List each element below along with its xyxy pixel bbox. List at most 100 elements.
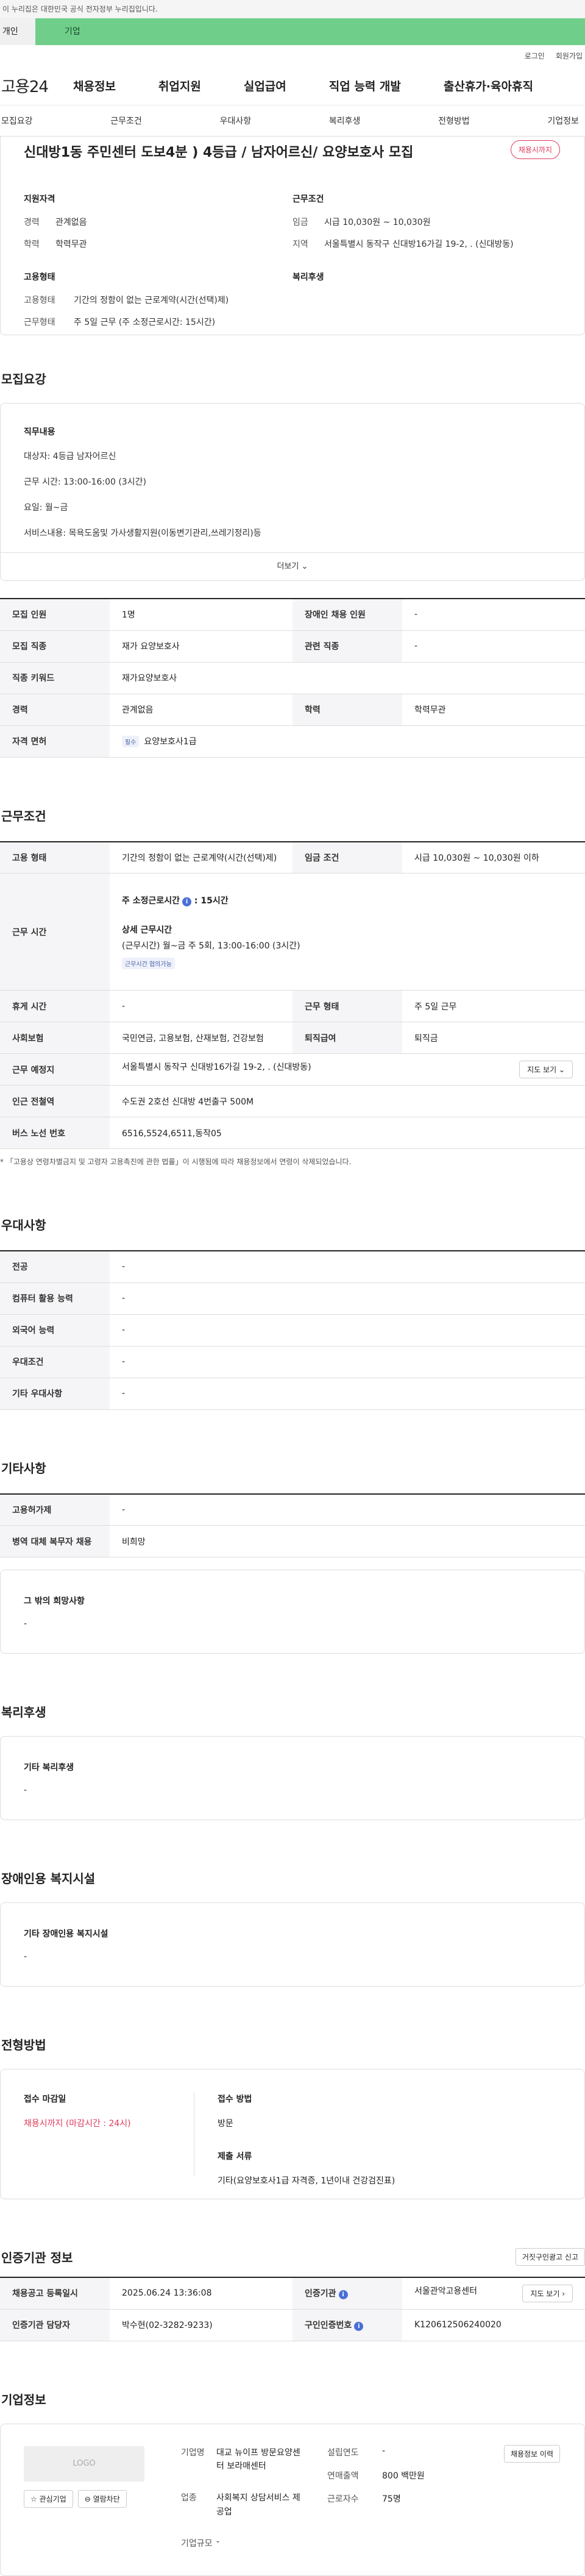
table-key: 경력 <box>0 694 110 726</box>
section-title-welfare: 복리후생 <box>1 1705 46 1720</box>
wish-card: 그 밖의 희망사항 - <box>0 1570 585 1654</box>
site-logo[interactable]: 고용24 <box>0 74 73 97</box>
global-nav: 고용24 채용정보 취업지원 실업급여 직업 능력 개발 출산휴가·육아휴직 <box>0 66 585 105</box>
table-value: 비희망 <box>110 1525 585 1557</box>
anchor-selection[interactable]: 전형방법 <box>438 115 470 127</box>
table-value: 시급 10,030원 ~ 10,030원 이하 <box>402 841 585 873</box>
table-key: 근무 예정지 <box>0 1053 110 1086</box>
region-label: 지역 <box>292 240 308 249</box>
report-fake-ad-button[interactable]: 거짓구인광고 신고 <box>515 2248 585 2266</box>
table-value: 관계없음 <box>110 694 292 726</box>
table-row: 병역 대체 복무자 채용 비희망 <box>0 1525 585 1557</box>
info-icon[interactable]: i <box>182 897 192 906</box>
anchor-conditions[interactable]: 근무조건 <box>110 115 142 127</box>
more-button[interactable]: 더보기 ⌄ <box>1 552 584 580</box>
anchor-preference[interactable]: 우대사항 <box>220 115 252 127</box>
section-title-disabled: 장애인용 복지시설 <box>1 1871 96 1886</box>
table-key: 근무 형태 <box>292 990 402 1022</box>
gnb-parental-leave[interactable]: 출산휴가·육아휴직 <box>444 77 533 94</box>
org-label: 인증기관 <box>305 2289 336 2299</box>
table-key: 관련 직종 <box>292 630 402 663</box>
table-key: 우대조건 <box>0 1346 110 1378</box>
welfare-value: - <box>24 1785 27 1795</box>
table-row: 근무 시간 주 소정근로시간 i : 15시간 상세 근무시간 (근무시간) 월~… <box>0 873 585 991</box>
deadline-heading: 접수 마감일 <box>24 2094 66 2104</box>
deadline-value: 채용시까지 (마감시간 : 24시) <box>24 2119 131 2129</box>
anchor-welfare[interactable]: 복리후생 <box>329 115 361 127</box>
job-history-button[interactable]: 채용정보 이력 <box>503 2444 560 2463</box>
gnb-employment-support[interactable]: 취업지원 <box>158 77 201 94</box>
table-value: - <box>110 1346 585 1378</box>
conditions-table: 고용 형태 기간의 정함이 없는 근로계약(시간(선택)제) 임금 조건 시급 10,… <box>0 841 585 1149</box>
table-key: 고용허가제 <box>0 1493 110 1526</box>
table-value: - <box>110 1378 585 1410</box>
career-label: 경력 <box>24 218 40 227</box>
table-value: 서울특별시 동작구 신대방16가길 19-2, . (신대방동) 지도 보기 ⌄ <box>110 1053 585 1086</box>
table-value: 1명 <box>110 599 292 631</box>
block-company-button[interactable]: ⊖ 열람차단 <box>77 2489 127 2508</box>
disabled-value: - <box>24 1952 27 1962</box>
table-row: 직종 키워드 재가요양보호사 <box>0 662 585 694</box>
recruit-table: 모집 인원 1명 장애인 채용 인원 - 모집 직종 재가 요양보호사 관련 직종 - 직종… <box>0 598 585 758</box>
place-value: 서울특별시 동작구 신대방16가길 19-2, . (신대방동) <box>122 1062 311 1072</box>
table-row: 컴퓨터 활용 능력 - <box>0 1283 585 1315</box>
selection-card: 접수 마감일 채용시까지 (마감시간 : 24시) 접수 방법 방문 제출 서류… <box>0 2069 585 2199</box>
table-value: 2025.06.24 13:36:08 <box>110 2277 292 2310</box>
welfare-heading: 기타 복리후생 <box>24 1763 74 1773</box>
anchor-company[interactable]: 기업정보 <box>547 115 579 127</box>
duty-card: 직무내용 대상자: 4등급 남자어르신 근무 시간: 13:00-16:00 (… <box>0 403 585 581</box>
anchor-recruit[interactable]: 모집요강 <box>1 115 33 127</box>
docs-value: 기타(요양보호사1급 자격증, 1년이내 건강검진표) <box>218 2176 395 2186</box>
size-value: - <box>216 2537 220 2547</box>
table-key: 인증기관 i <box>292 2277 402 2310</box>
table-value: 재가요양보호사 <box>110 662 585 694</box>
table-key: 인증기관 담당자 <box>0 2309 110 2341</box>
table-key: 휴게 시간 <box>0 990 110 1022</box>
table-row: 사회보험 국민연금, 고용보험, 산재보험, 건강보험 퇴직급여 퇴직금 <box>0 1022 585 1054</box>
table-key: 구인인증번호 i <box>292 2309 402 2341</box>
gnb-job-info[interactable]: 채용정보 <box>73 77 116 94</box>
gnb-vocational-training[interactable]: 직업 능력 개발 <box>329 77 401 94</box>
table-row: 인근 전철역 수도권 2호선 신대방 4번출구 500M <box>0 1085 585 1117</box>
map-toggle-button[interactable]: 지도 보기 ⌄ <box>519 1061 573 1078</box>
disabled-heading: 기타 장애인용 복지시설 <box>24 1929 108 1939</box>
disabled-card: 기타 장애인용 복지시설 - <box>0 1902 585 1987</box>
table-row: 휴게 시간 - 근무 형태 주 5일 근무 <box>0 990 585 1022</box>
work-type-value: 주 5일 근무 (주 소정근로시간: 15시간) <box>74 318 216 327</box>
edu-label: 학력 <box>24 240 40 249</box>
table-key: 전공 <box>0 1251 110 1283</box>
table-key: 기타 우대사항 <box>0 1378 110 1410</box>
table-value: 수도권 2호선 신대방 4번출구 500M <box>110 1085 585 1117</box>
table-key: 퇴직급여 <box>292 1022 402 1054</box>
table-key: 학력 <box>292 694 402 726</box>
gnb-unemployment-benefit[interactable]: 실업급여 <box>244 77 286 94</box>
founded-label: 설립연도 <box>327 2447 359 2458</box>
deadline-badge: 채용시까지 <box>510 140 560 159</box>
info-icon[interactable]: i <box>338 2290 348 2300</box>
table-value: - <box>110 990 292 1022</box>
favorite-company-button[interactable]: ☆ 관심기업 <box>24 2489 73 2508</box>
tab-individual[interactable]: 개인 <box>0 18 35 45</box>
employees-value: 75명 <box>382 2494 401 2504</box>
login-link[interactable]: 로그인 <box>525 51 545 61</box>
required-tag: 필수 <box>122 736 140 747</box>
sales-label: 연매출액 <box>327 2471 359 2481</box>
qual-heading: 지원자격 <box>24 194 55 204</box>
table-key: 병역 대체 복무자 채용 <box>0 1525 110 1557</box>
table-value: - <box>402 630 585 663</box>
agency-map-button[interactable]: 지도 보기 › <box>522 2284 573 2302</box>
org-value: 서울관악고용센터 <box>414 2286 478 2296</box>
table-value: - <box>402 599 585 631</box>
wage-value: 시급 10,030원 ~ 10,030원 <box>324 218 431 227</box>
table-value: 박수현(02-3282-9233) <box>110 2309 292 2341</box>
age-notice: * 「고용상 연령차별금지 및 고령자 고용촉진에 관한 법률」이 시행됨에 따… <box>0 1158 352 1166</box>
table-key: 외국어 능력 <box>0 1314 110 1347</box>
table-value: 국민연금, 고용보험, 산재보험, 건강보험 <box>110 1022 292 1054</box>
section-title-selection: 전형방법 <box>1 2038 46 2052</box>
info-icon[interactable]: i <box>354 2322 364 2331</box>
tab-business[interactable]: 기업 <box>35 18 585 45</box>
signup-link[interactable]: 회원가입 <box>556 51 583 61</box>
table-value: 필수 요양보호사1급 <box>110 725 585 758</box>
emp-type-value: 기간의 정함이 없는 근로계약(시간(선택)제) <box>74 296 229 305</box>
emp-type-label: 고용형태 <box>24 296 55 305</box>
